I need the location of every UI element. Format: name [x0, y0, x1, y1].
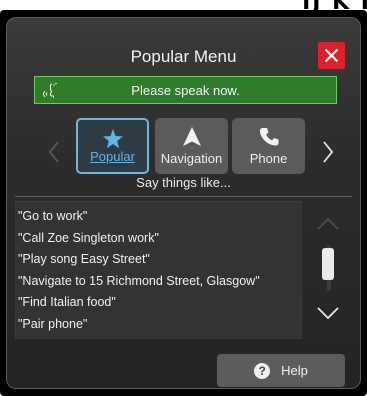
close-button[interactable]: [318, 42, 345, 69]
tab-phone-label: Phone: [249, 151, 288, 166]
phone-icon: [259, 128, 278, 146]
screen-frame: Popular Menu Please speak now. Popular N…: [0, 10, 367, 396]
dialog-title: Popular Menu: [130, 47, 237, 66]
tab-navigation[interactable]: Navigation: [155, 118, 228, 174]
command-item[interactable]: "Play song Easy Street": [18, 249, 301, 271]
say-things-heading: Say things like...: [136, 175, 231, 190]
question-mark-icon: ?: [254, 362, 271, 379]
divider: [15, 196, 352, 197]
command-item[interactable]: "Go to work": [18, 206, 301, 228]
help-label: Help: [281, 363, 308, 378]
voice-popup: Popular Menu Please speak now. Popular N…: [6, 17, 361, 389]
close-x-icon: [324, 48, 339, 63]
chevron-down-icon[interactable]: [316, 306, 340, 320]
chevron-left-icon[interactable]: [47, 140, 61, 164]
chevron-right-icon[interactable]: [321, 140, 335, 164]
speak-now-text: Please speak now.: [131, 82, 240, 98]
voice-speaking-icon: [43, 82, 57, 98]
tab-phone[interactable]: Phone: [232, 118, 305, 174]
tab-navigation-label: Navigation: [160, 151, 223, 166]
tab-popular[interactable]: Popular: [76, 118, 149, 174]
star-icon: [102, 129, 123, 149]
chevron-up-icon[interactable]: [316, 217, 340, 231]
navigation-arrow-icon: [182, 127, 201, 146]
tab-popular-label: Popular: [90, 149, 135, 164]
speak-now-banner: Please speak now.: [34, 76, 337, 104]
command-item[interactable]: "Navigate to 15 Richmond Street, Glasgow…: [18, 271, 301, 293]
help-button[interactable]: ? Help: [217, 354, 345, 387]
command-item[interactable]: "Pair phone": [18, 314, 301, 336]
command-list: "Go to work" "Call Zoe Singleton work" "…: [15, 201, 302, 339]
command-item[interactable]: "Find Italian food": [18, 292, 301, 314]
scrollbar-thumb[interactable]: [322, 248, 334, 280]
command-item[interactable]: "Call Zoe Singleton work": [18, 228, 301, 250]
